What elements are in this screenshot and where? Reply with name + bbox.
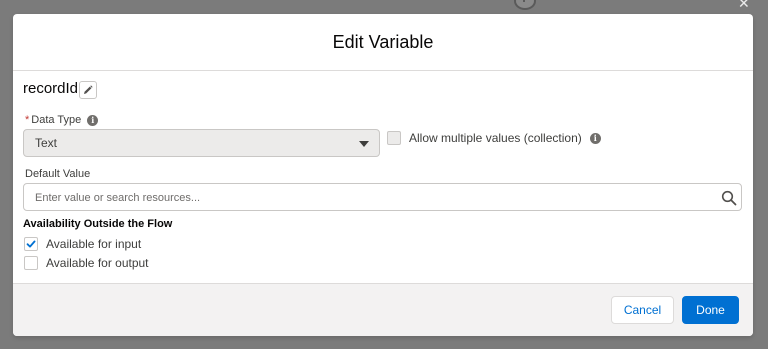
pencil-icon bbox=[84, 85, 93, 94]
done-button[interactable]: Done bbox=[682, 296, 739, 324]
edit-variable-modal: Edit Variable recordId * Data Type i Text… bbox=[13, 14, 753, 336]
available-for-input-option: Available for input bbox=[24, 237, 141, 251]
info-icon[interactable]: i bbox=[87, 114, 99, 126]
available-for-output-option: Available for output bbox=[24, 256, 149, 270]
collection-checkbox[interactable] bbox=[387, 131, 401, 145]
data-type-label-text: Data Type bbox=[31, 114, 82, 126]
available-for-output-label: Available for output bbox=[46, 256, 149, 270]
collection-option: Allow multiple values (collection) i bbox=[387, 131, 601, 145]
data-type-selected-value: Text bbox=[35, 136, 58, 150]
collection-info-icon[interactable]: i bbox=[589, 132, 601, 144]
data-type-label-row: * Data Type i bbox=[25, 114, 99, 126]
collection-label: Allow multiple values (collection) bbox=[409, 131, 582, 145]
available-for-input-label: Available for input bbox=[46, 237, 142, 251]
variable-name: recordId bbox=[23, 80, 79, 97]
modal-header: Edit Variable bbox=[13, 14, 753, 71]
data-type-select[interactable]: Text bbox=[23, 129, 380, 157]
required-marker: * bbox=[25, 114, 30, 126]
edit-name-button[interactable] bbox=[79, 81, 97, 99]
check-icon bbox=[26, 240, 36, 248]
data-type-label: * Data Type bbox=[25, 114, 81, 126]
chevron-down-icon bbox=[359, 141, 369, 147]
availability-title: Availability Outside the Flow bbox=[23, 218, 173, 230]
backdrop-close-icon: ✕ bbox=[738, 0, 750, 11]
modal-title: Edit Variable bbox=[332, 31, 434, 52]
default-value-field bbox=[23, 183, 742, 212]
cancel-button[interactable]: Cancel bbox=[611, 296, 674, 324]
available-for-output-checkbox[interactable] bbox=[24, 256, 38, 270]
available-for-input-checkbox[interactable] bbox=[24, 237, 38, 251]
default-value-input[interactable] bbox=[24, 184, 717, 212]
modal-body: recordId * Data Type i Text Allow multipl… bbox=[13, 71, 753, 283]
search-icon[interactable] bbox=[721, 190, 737, 206]
modal-footer: Cancel Done bbox=[13, 283, 753, 336]
default-value-label: Default Value bbox=[25, 168, 91, 180]
flow-connector-node-icon bbox=[514, 0, 536, 10]
